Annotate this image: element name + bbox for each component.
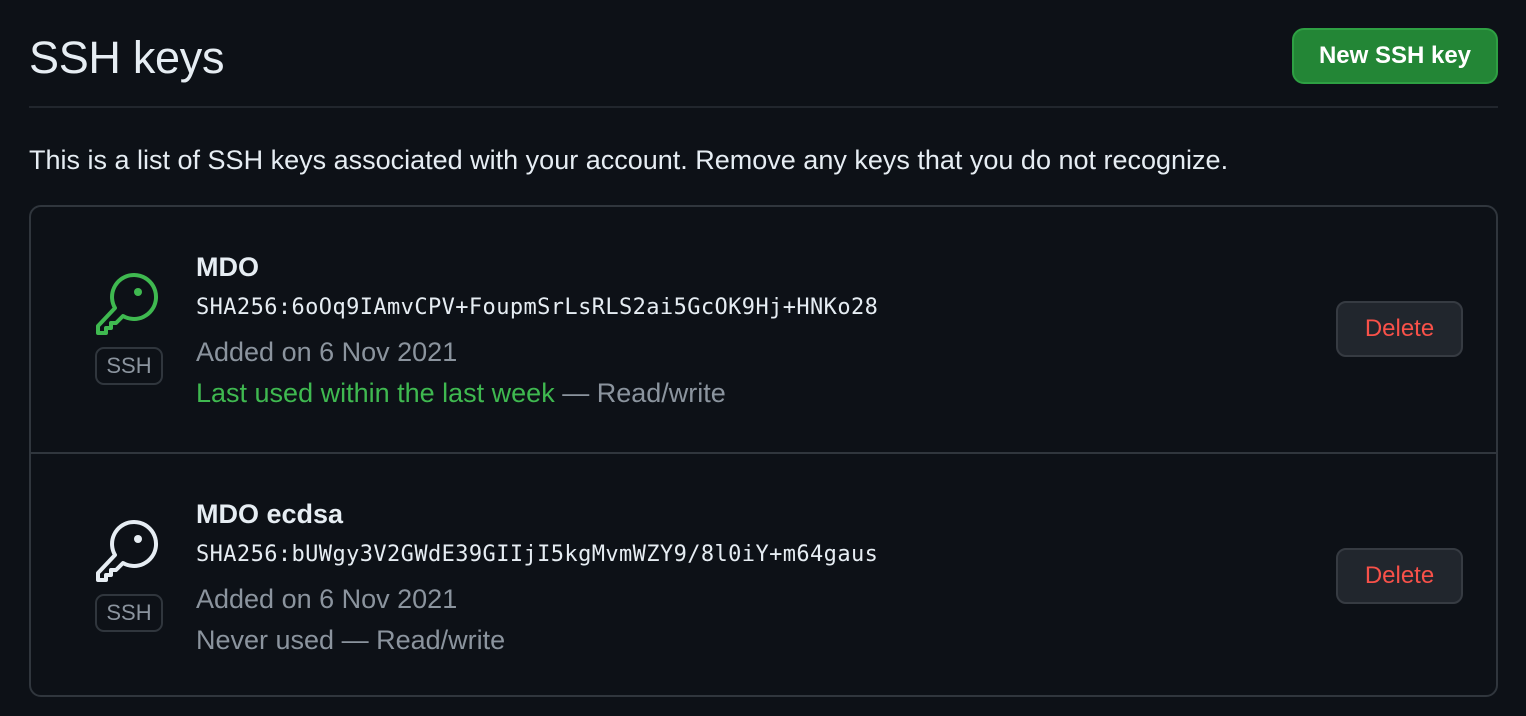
ssh-key-row: SSH MDO ecdsa SHA256:bUWgy3V2GWdE39GIIjI… <box>31 452 1496 697</box>
delete-key-button[interactable]: Delete <box>1336 548 1463 604</box>
page-title: SSH keys <box>29 32 225 83</box>
key-added-date: Added on 6 Nov 2021 <box>196 584 458 614</box>
key-title: MDO <box>196 252 259 282</box>
page-header: SSH keys New SSH key <box>29 22 1498 108</box>
ssh-badge: SSH <box>95 347 163 385</box>
delete-key-button[interactable]: Delete <box>1336 301 1463 357</box>
key-title: MDO ecdsa <box>196 499 344 529</box>
intro-text: This is a list of SSH keys associated wi… <box>29 145 1229 175</box>
key-fingerprint: SHA256:6oOq9IAmvCPV+FoupmSrLsRLS2ai5GcOK… <box>196 295 879 320</box>
key-icon <box>96 272 159 335</box>
key-usage: Last used within the last week — Read/wr… <box>196 378 726 409</box>
ssh-key-list: SSH MDO SHA256:6oOq9IAmvCPV+FoupmSrLsRLS… <box>29 205 1498 697</box>
ssh-badge: SSH <box>95 594 163 632</box>
key-usage: Never used — Read/write <box>196 625 506 655</box>
new-ssh-key-button[interactable]: New SSH key <box>1292 28 1498 84</box>
ssh-keys-page: SSH keys New SSH key This is a list of S… <box>0 0 1526 716</box>
key-last-used: Last used within the last week <box>196 378 555 408</box>
ssh-key-row: SSH MDO SHA256:6oOq9IAmvCPV+FoupmSrLsRLS… <box>31 207 1496 452</box>
key-access-level: — Read/write <box>554 378 726 408</box>
key-fingerprint: SHA256:bUWgy3V2GWdE39GIIjI5kgMvmWZY9/8l0… <box>196 542 879 567</box>
key-added-date: Added on 6 Nov 2021 <box>196 337 458 367</box>
key-icon <box>96 519 159 582</box>
